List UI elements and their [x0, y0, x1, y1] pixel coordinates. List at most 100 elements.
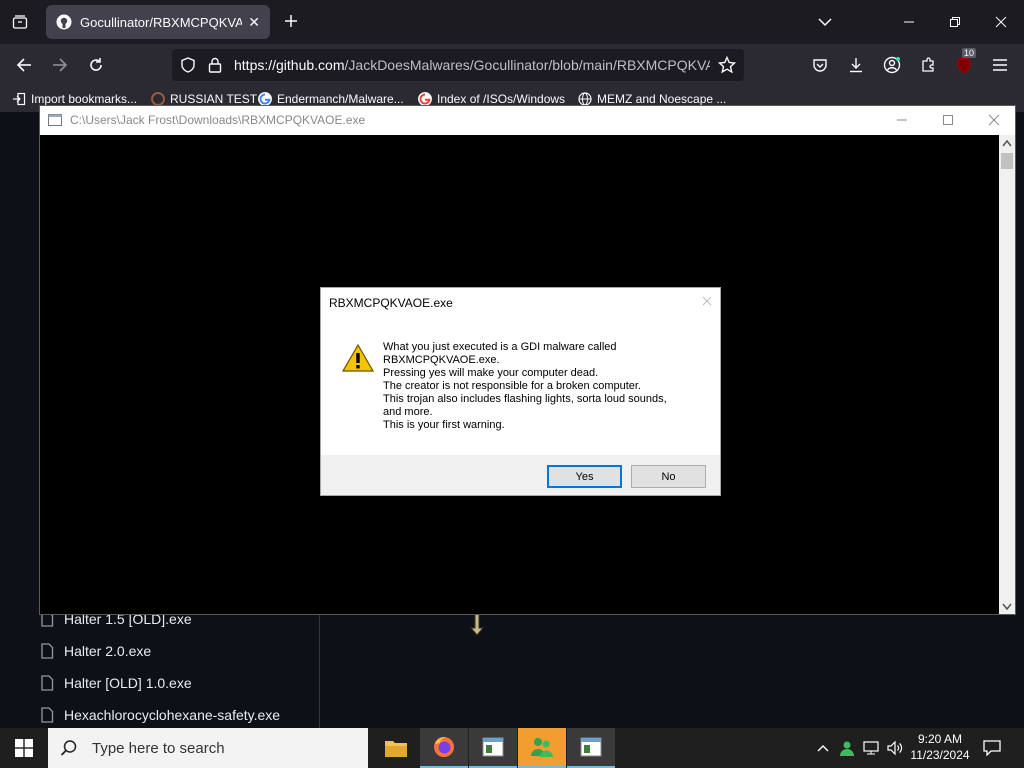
users-icon [531, 738, 553, 757]
window-app-icon [580, 737, 602, 757]
scroll-up-icon [1002, 139, 1012, 147]
tab-list-button[interactable] [6, 8, 34, 36]
notification-icon [983, 740, 1001, 756]
url-bar[interactable]: https://github.com/JackDoesMalwares/Gocu… [172, 49, 744, 81]
extension-badge: 10 [962, 48, 977, 58]
scrollbar-thumb[interactable] [1001, 153, 1013, 169]
tab-overflow-button[interactable] [810, 8, 840, 36]
close-icon [988, 114, 1000, 126]
download-icon [850, 58, 862, 73]
menu-button[interactable] [986, 51, 1014, 79]
dialog-message-line: This is your first warning. [383, 419, 505, 431]
dialog-message-line: Pressing yes will make your computer dea… [383, 367, 599, 379]
file-tree-item[interactable]: Hexachlorocyclohexane-safety.exe [40, 703, 280, 727]
warning-icon [342, 344, 374, 372]
windows-logo-icon [15, 739, 33, 757]
new-tab-button[interactable] [280, 10, 302, 32]
tray-volume[interactable] [884, 728, 906, 768]
malware-window-titlebar[interactable]: C:\Users\Jack Frost\Downloads\RBXMCPQKVA… [40, 106, 1015, 135]
close-icon [995, 16, 1007, 28]
file-icon [41, 675, 54, 691]
chevron-up-icon [817, 745, 829, 752]
dialog-close-button[interactable] [702, 293, 712, 309]
plus-icon [285, 15, 297, 27]
navigation-toolbar: https://github.com/JackDoesMalwares/Gocu… [0, 44, 1024, 86]
restore-button[interactable] [940, 8, 970, 36]
malware-window-title: C:\Users\Jack Frost\Downloads\RBXMCPQKVA… [70, 113, 366, 127]
bookmark-label: Import bookmarks... [31, 92, 138, 106]
clock-time: 9:20 AM [917, 732, 963, 746]
search-icon [60, 740, 77, 756]
taskbar-clock[interactable]: 9:20 AM 11/23/2024 [906, 731, 974, 763]
taskbar-app-highlighted[interactable] [518, 728, 566, 768]
taskbar-search[interactable]: Type here to search [48, 728, 368, 768]
desktop: Gocullinator/RBXMCPQKVAOE. ✕ [0, 0, 1024, 768]
malware-maximize-button[interactable] [936, 110, 960, 130]
search-placeholder: Type here to search [92, 739, 225, 757]
tab-strip: Gocullinator/RBXMCPQKVAOE. ✕ [0, 0, 1024, 44]
file-icon [41, 707, 54, 723]
network-icon [863, 741, 879, 755]
arrow-right-icon [53, 58, 68, 72]
action-center-button[interactable] [978, 728, 1006, 768]
minimize-icon [897, 119, 907, 121]
taskbar: Type here to search 9:20 AM 11/23/2024 [0, 728, 1024, 768]
tab-active[interactable]: Gocullinator/RBXMCPQKVAOE. ✕ [46, 5, 270, 39]
tray-network[interactable] [860, 728, 882, 768]
pocket-button[interactable] [806, 51, 834, 79]
url-text: https://github.com/JackDoesMalwares/Gocu… [234, 57, 710, 73]
import-icon [13, 92, 26, 106]
close-tab-icon[interactable]: ✕ [248, 14, 260, 31]
dialog-message-line: RBXMCPQKVAOE.exe. [383, 354, 500, 366]
lock-icon [208, 57, 222, 73]
file-name: Hexachlorocyclohexane-safety.exe [64, 707, 281, 723]
dialog-message-line: and more. [383, 406, 433, 418]
ublock-button[interactable]: 10 [950, 48, 978, 79]
yes-button[interactable]: Yes [547, 465, 622, 488]
dialog-title: RBXMCPQKVAOE.exe [329, 296, 453, 310]
warning-dialog: RBXMCPQKVAOE.exe What you just executed … [320, 287, 721, 496]
malware-minimize-button[interactable] [890, 110, 914, 130]
file-icon [41, 643, 54, 659]
vertical-scrollbar[interactable] [999, 135, 1015, 614]
github-icon [56, 14, 72, 30]
start-button[interactable] [0, 728, 48, 768]
account-icon [883, 56, 901, 74]
extensions-button[interactable] [914, 51, 942, 79]
forward-button[interactable] [46, 51, 74, 79]
puzzle-icon [922, 57, 934, 72]
file-name: Halter 2.0.exe [64, 643, 152, 659]
chevron-down-icon [818, 18, 832, 27]
url-host: https://github.com [234, 57, 345, 73]
folder-icon [385, 741, 407, 757]
clock-date: 11/23/2024 [910, 748, 970, 762]
shield-icon [181, 57, 195, 73]
no-button[interactable]: No [631, 465, 706, 488]
taskbar-file-explorer[interactable] [372, 728, 420, 768]
show-hidden-icons[interactable] [812, 728, 834, 768]
firefox-icon [434, 736, 454, 757]
close-window-button[interactable] [986, 8, 1016, 36]
minimize-button[interactable] [894, 8, 924, 36]
hamburger-icon [993, 59, 1007, 71]
reload-icon [90, 58, 102, 71]
bookmark-label: Endermanch/Malware... [277, 92, 404, 106]
bookmark-label: Index of /ISOs/Windows [437, 92, 566, 106]
taskbar-console-window[interactable] [469, 728, 517, 768]
tab-title: Gocullinator/RBXMCPQKVAOE. [80, 14, 243, 30]
restore-icon [950, 17, 960, 27]
file-tree-item[interactable]: Halter [OLD] 1.0.exe [40, 671, 192, 695]
file-tree-item[interactable]: Halter 2.0.exe [40, 639, 151, 663]
malware-close-button[interactable] [982, 110, 1006, 130]
star-icon[interactable] [718, 56, 736, 74]
back-button[interactable] [10, 51, 38, 79]
dialog-button-bar: Yes No [321, 455, 720, 495]
taskbar-firefox[interactable] [420, 728, 468, 768]
taskbar-malware-window[interactable] [567, 728, 615, 768]
bookmark-label: MEMZ and Noescape ... [597, 92, 727, 106]
tray-people[interactable] [836, 728, 858, 768]
downloads-button[interactable] [842, 51, 870, 79]
url-path: /JackDoesMalwares/Gocullinator/blob/main… [344, 57, 710, 73]
account-button[interactable] [878, 51, 906, 79]
reload-button[interactable] [82, 51, 110, 79]
